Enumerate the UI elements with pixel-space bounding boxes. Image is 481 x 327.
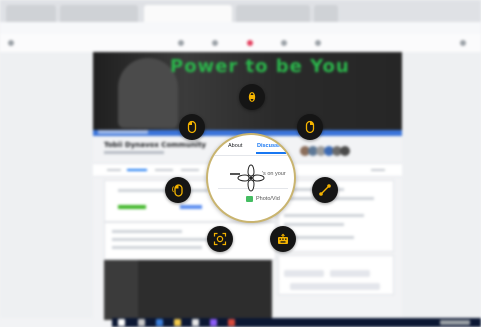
taskbar: [112, 318, 481, 327]
right-gutter: [402, 52, 481, 318]
card-button[interactable]: [330, 270, 370, 277]
cover-figure: [118, 58, 178, 128]
taskbar-app-icon[interactable]: [192, 319, 199, 326]
scroll-updown-icon: [248, 92, 256, 102]
home-icon[interactable]: [178, 40, 184, 46]
lens-tab-about[interactable]: About: [228, 143, 242, 149]
photo-icon: [246, 196, 253, 202]
lens-tab-discussion[interactable]: Discussion: [257, 143, 286, 149]
browser-tab-active[interactable]: [144, 5, 232, 22]
feed-post: [104, 222, 276, 260]
about-text-line: [284, 223, 344, 226]
post-text-line: [112, 246, 202, 249]
mouse-left-click-icon: [187, 120, 197, 134]
scroll-button[interactable]: [239, 84, 265, 110]
tab-about[interactable]: [107, 169, 121, 171]
left-click-button[interactable]: [179, 114, 205, 140]
cover-info-text: [98, 130, 148, 134]
system-tray: [440, 320, 470, 325]
browser-tab-bar: [0, 0, 481, 22]
double-click-button[interactable]: [165, 177, 191, 203]
post-text-line: [112, 230, 182, 233]
site-top-nav: [0, 34, 481, 53]
magnifier-lens: About Discussion 's on your Photo/Vid: [206, 133, 296, 223]
composer-placeholder: [118, 189, 208, 192]
groups-icon[interactable]: [281, 40, 287, 46]
browser-tab[interactable]: [60, 5, 138, 22]
gaming-icon[interactable]: [315, 40, 321, 46]
watch-icon[interactable]: [212, 40, 218, 46]
cover-title: Power to be You: [170, 56, 350, 77]
move-cross-icon: [237, 164, 265, 192]
keyboard-button[interactable]: [270, 226, 296, 252]
tab-events[interactable]: [181, 169, 199, 171]
account-icon[interactable]: [460, 40, 466, 46]
drag-icon: [319, 184, 331, 196]
post-text-line: [112, 238, 222, 241]
card-button[interactable]: [284, 270, 324, 277]
tag-people-button[interactable]: [180, 205, 202, 209]
keyboard-icon: [278, 233, 288, 244]
lens-divider: [208, 155, 294, 156]
about-text-line: [284, 214, 364, 217]
browser-tab[interactable]: [6, 5, 56, 22]
taskbar-app-icon[interactable]: [210, 319, 217, 326]
photo-video-button[interactable]: [118, 205, 146, 209]
mouse-double-click-icon: [172, 184, 183, 197]
tab-featured[interactable]: [155, 169, 173, 171]
tab-discussion[interactable]: [127, 169, 147, 171]
active-tab-underline: [256, 152, 286, 154]
taskbar-app-icon[interactable]: [156, 319, 163, 326]
zoom-button[interactable]: [207, 226, 233, 252]
avatar: [340, 146, 350, 156]
taskbar-app-icon[interactable]: [174, 319, 181, 326]
mouse-right-click-icon: [305, 120, 315, 134]
right-click-button[interactable]: [297, 114, 323, 140]
marketplace-icon[interactable]: [247, 40, 253, 46]
browser-tab[interactable]: [314, 5, 338, 22]
search-icon[interactable]: [138, 319, 145, 326]
taskbar-app-icon[interactable]: [228, 319, 235, 326]
group-name: Tobii Dynavox Community: [104, 141, 207, 149]
logo-icon: [8, 40, 14, 46]
tab-search[interactable]: [371, 169, 385, 171]
left-gutter: [0, 52, 93, 318]
start-icon[interactable]: [118, 319, 125, 326]
group-subtitle: [104, 151, 164, 154]
video-sidebar: [104, 260, 138, 320]
browser-tab[interactable]: [236, 5, 310, 22]
drag-button[interactable]: [312, 177, 338, 203]
card-button[interactable]: [290, 283, 380, 290]
lens-photo-label[interactable]: Photo/Vid: [256, 196, 280, 202]
zoom-expand-icon: [213, 232, 227, 246]
